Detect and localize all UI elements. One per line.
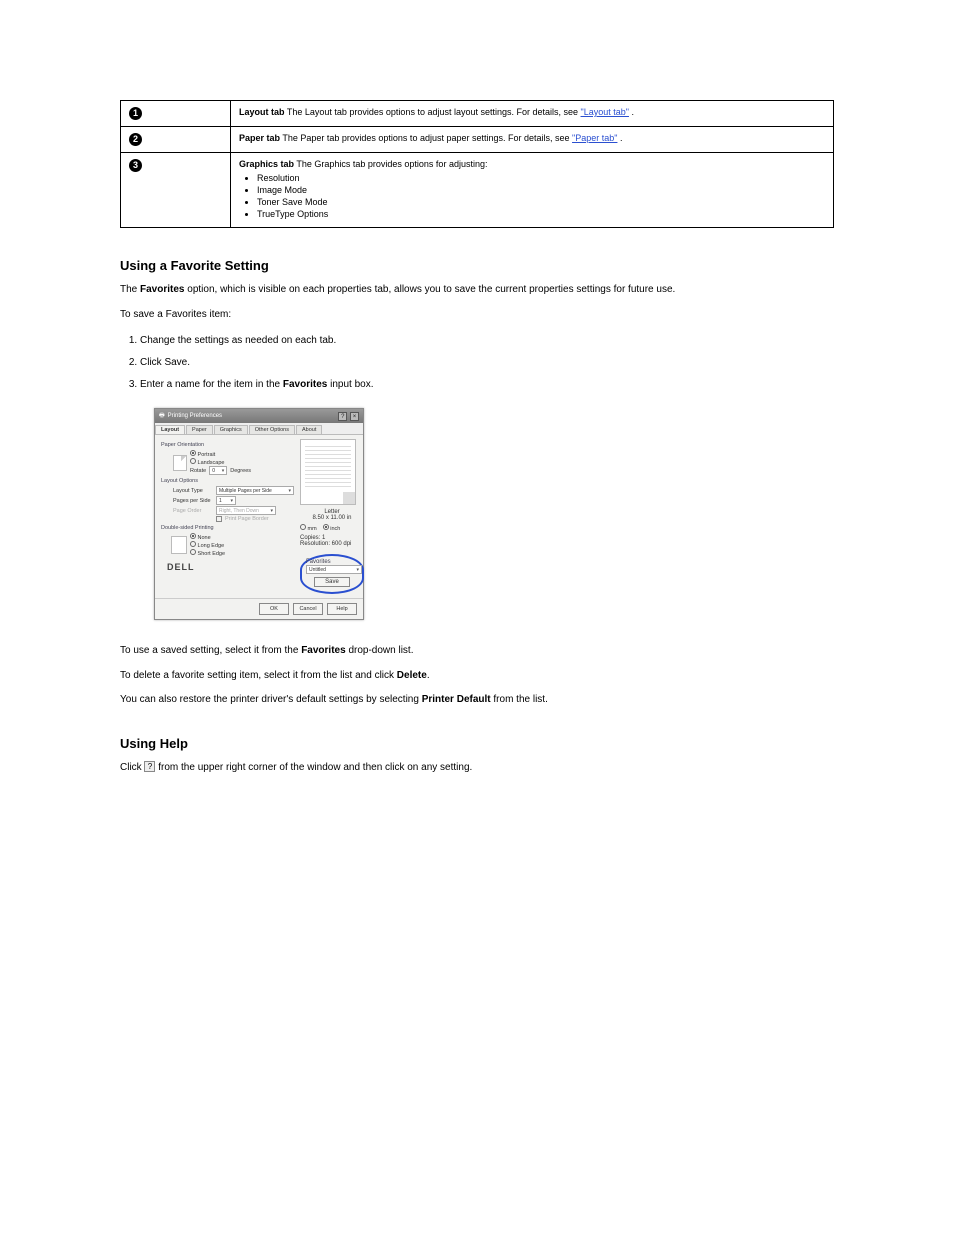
- dialog-titlebar: 🖶 Printing Preferences ? ×: [155, 409, 363, 423]
- group-layout-label: Layout Options: [161, 478, 294, 484]
- dialog-tabs: Layout Paper Graphics Other Options Abou…: [155, 423, 363, 435]
- page-order-select: Right, Then Down▾: [216, 506, 276, 515]
- row-bullets: Resolution Image Mode Toner Save Mode Tr…: [257, 173, 825, 219]
- rotate-label: Rotate: [190, 468, 206, 474]
- pages-per-side-label: Pages per Side: [173, 498, 213, 504]
- duplex-icon: [173, 537, 187, 553]
- row-desc: The Layout tab provides options to adjus…: [287, 107, 581, 117]
- row-desc: The Paper tab provides options to adjust…: [282, 133, 572, 143]
- favorites-delete-para: To delete a favorite setting item, selec…: [120, 669, 834, 684]
- help-titlebar-icon[interactable]: ?: [338, 412, 347, 421]
- radio-landscape[interactable]: [190, 458, 196, 464]
- favorites-intro: The Favorites option, which is visible o…: [120, 283, 834, 298]
- favorites-steps: Change the settings as needed on each ta…: [140, 334, 834, 392]
- pages-per-side-select[interactable]: 1▾: [216, 496, 236, 505]
- favorites-heading: Using a Favorite Setting: [120, 258, 834, 273]
- table-row: 3 Graphics tab The Graphics tab provides…: [121, 153, 834, 228]
- print-page-border-check: [216, 516, 222, 522]
- using-help-para: Click ? from the upper right corner of t…: [120, 761, 834, 776]
- row-label: Paper tab: [239, 133, 280, 143]
- table-row: 2 Paper tab The Paper tab provides optio…: [121, 127, 834, 153]
- preview-paper-dims: 8.50 x 11.00 in: [300, 515, 364, 521]
- preview-resolution: Resolution: 600 dpi: [300, 541, 364, 547]
- radio-unit-inch[interactable]: [323, 524, 329, 530]
- layout-type-select[interactable]: Multiple Pages per Side▾: [216, 486, 294, 495]
- radio-duplex-long[interactable]: [190, 541, 196, 547]
- page-preview: [300, 439, 356, 505]
- group-duplex-label: Double-sided Printing: [161, 525, 294, 531]
- favorites-highlight: Favorites Untitled▾ Save: [300, 554, 364, 594]
- question-icon: ?: [144, 761, 155, 772]
- radio-unit-mm[interactable]: [300, 524, 306, 530]
- tab-about[interactable]: About: [296, 425, 322, 434]
- step-3: Enter a name for the item in the Favorit…: [140, 378, 834, 392]
- degrees-label: Degrees: [230, 468, 251, 474]
- favorites-use-para: To use a saved setting, select it from t…: [120, 644, 834, 659]
- dialog-title: Printing Preferences: [168, 413, 222, 419]
- save-button[interactable]: Save: [314, 577, 350, 587]
- printer-icon: 🖶: [159, 411, 165, 421]
- favorites-lead: To save a Favorites item:: [120, 308, 834, 323]
- print-page-border-label: Print Page Border: [225, 516, 269, 522]
- close-icon[interactable]: ×: [350, 412, 359, 421]
- tab-paper[interactable]: Paper: [186, 425, 213, 434]
- help-button[interactable]: Help: [327, 603, 357, 615]
- step-2: Click Save.: [140, 356, 834, 370]
- radio-portrait[interactable]: [190, 450, 196, 456]
- row-desc: The Graphics tab provides options for ad…: [296, 159, 487, 169]
- row-number: 3: [129, 159, 142, 172]
- tab-other-options[interactable]: Other Options: [249, 425, 295, 434]
- group-orientation-label: Paper Orientation: [161, 442, 294, 448]
- table-row: 1 Layout tab The Layout tab provides opt…: [121, 101, 834, 127]
- radio-duplex-none[interactable]: [190, 533, 196, 539]
- row-number: 2: [129, 133, 142, 146]
- radio-duplex-short[interactable]: [190, 549, 196, 555]
- page-order-label: Page Order: [173, 508, 213, 514]
- rotate-field[interactable]: 0▾: [209, 466, 227, 475]
- tabs-info-table: 1 Layout tab The Layout tab provides opt…: [120, 100, 834, 228]
- favorites-default-para: You can also restore the printer driver'…: [120, 693, 834, 708]
- row-label: Layout tab: [239, 107, 285, 117]
- row-link[interactable]: "Paper tab": [572, 133, 617, 143]
- dell-logo: DELL: [161, 558, 294, 576]
- tab-layout[interactable]: Layout: [155, 425, 185, 434]
- step-1: Change the settings as needed on each ta…: [140, 334, 834, 348]
- layout-type-label: Layout Type: [173, 488, 213, 494]
- using-help-heading: Using Help: [120, 736, 834, 751]
- row-number: 1: [129, 107, 142, 120]
- row-label: Graphics tab: [239, 159, 294, 169]
- printing-preferences-dialog: 🖶 Printing Preferences ? × Layout Paper …: [154, 408, 364, 620]
- dialog-footer: OK Cancel Help: [155, 598, 363, 619]
- tab-graphics[interactable]: Graphics: [214, 425, 248, 434]
- cancel-button[interactable]: Cancel: [293, 603, 323, 615]
- favorites-select[interactable]: Untitled▾: [306, 565, 362, 574]
- ok-button[interactable]: OK: [259, 603, 289, 615]
- page-icon: [173, 455, 187, 471]
- row-link[interactable]: "Layout tab": [581, 107, 629, 117]
